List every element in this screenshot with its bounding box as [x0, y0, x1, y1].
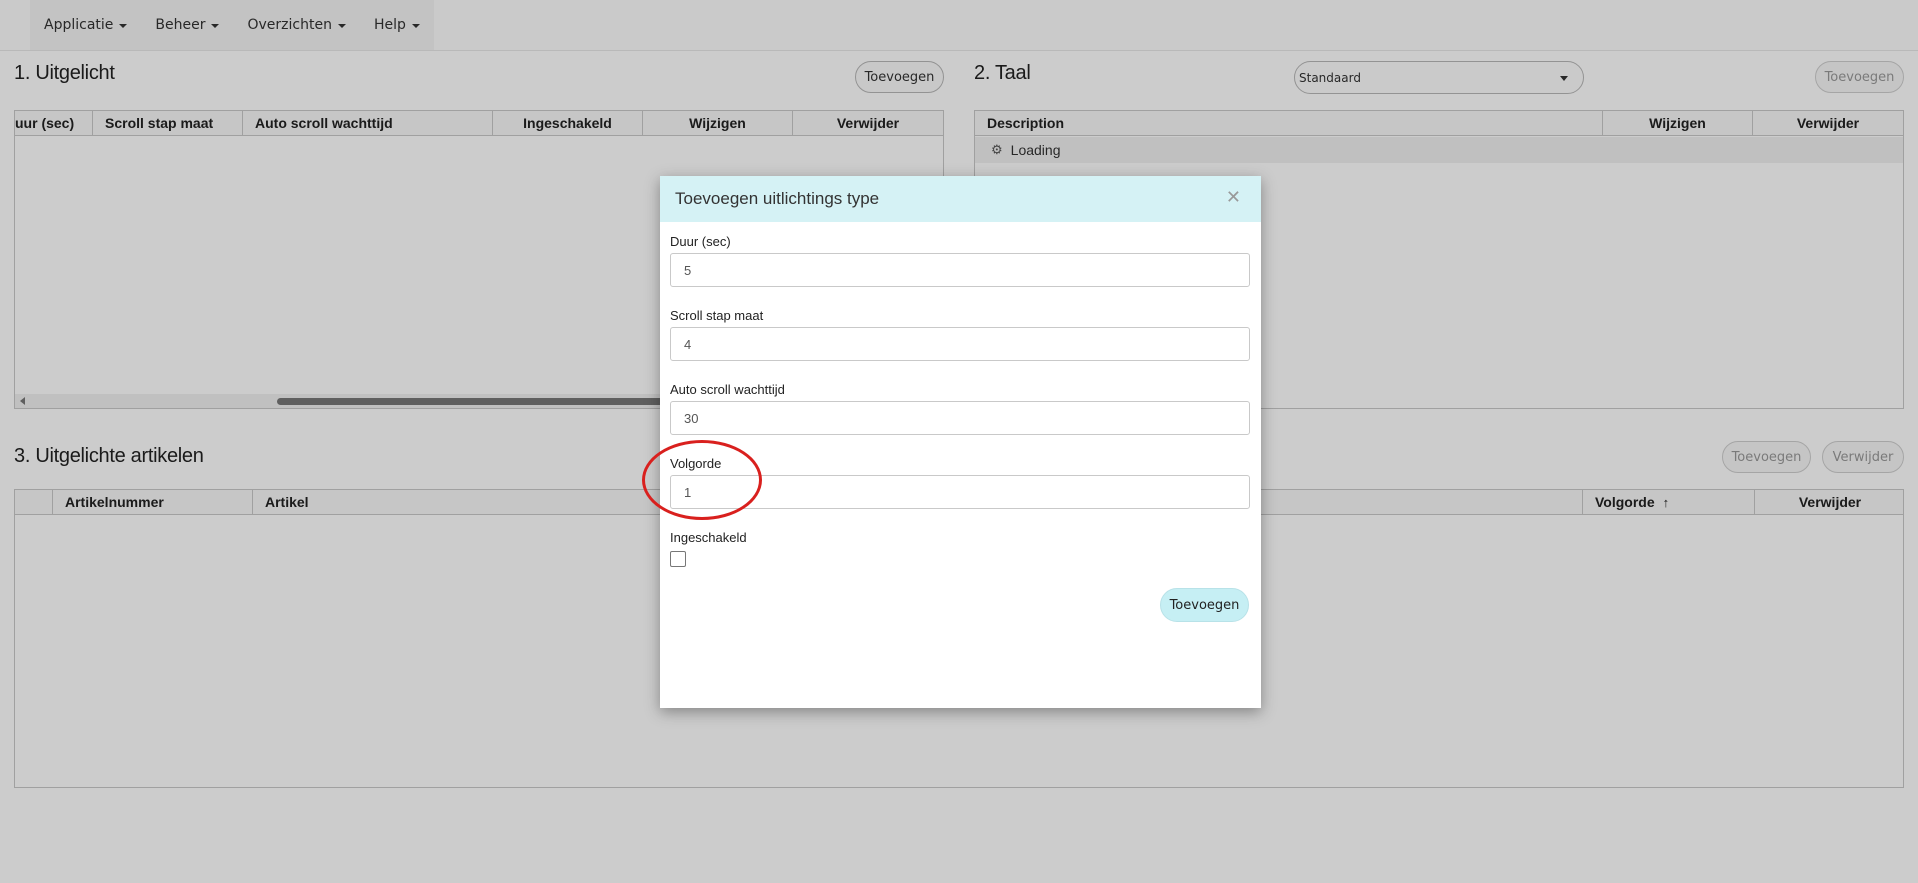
duur-input[interactable]: [670, 253, 1250, 287]
close-icon[interactable]: ✕: [1226, 189, 1241, 207]
annotation-circle: [642, 440, 762, 520]
field-label: Ingeschakeld: [670, 530, 747, 545]
modal-header: Toevoegen uitlichtings type ✕: [660, 176, 1261, 222]
modal-title: Toevoegen uitlichtings type: [675, 189, 880, 208]
auto-scroll-input[interactable]: [670, 401, 1250, 435]
submit-button[interactable]: Toevoegen: [1160, 588, 1249, 622]
scroll-stap-input[interactable]: [670, 327, 1250, 361]
field-auto-scroll: Auto scroll wachttijd: [670, 382, 1250, 435]
field-label: Scroll stap maat: [670, 308, 764, 323]
field-scroll-stap: Scroll stap maat: [670, 308, 1250, 361]
field-label: Duur (sec): [670, 234, 731, 249]
field-label: Auto scroll wachttijd: [670, 382, 785, 397]
ingeschakeld-checkbox[interactable]: [670, 551, 686, 567]
field-duur: Duur (sec): [670, 234, 1250, 287]
field-ingeschakeld: Ingeschakeld: [670, 530, 1250, 567]
add-modal: Toevoegen uitlichtings type ✕ Duur (sec)…: [660, 176, 1261, 708]
